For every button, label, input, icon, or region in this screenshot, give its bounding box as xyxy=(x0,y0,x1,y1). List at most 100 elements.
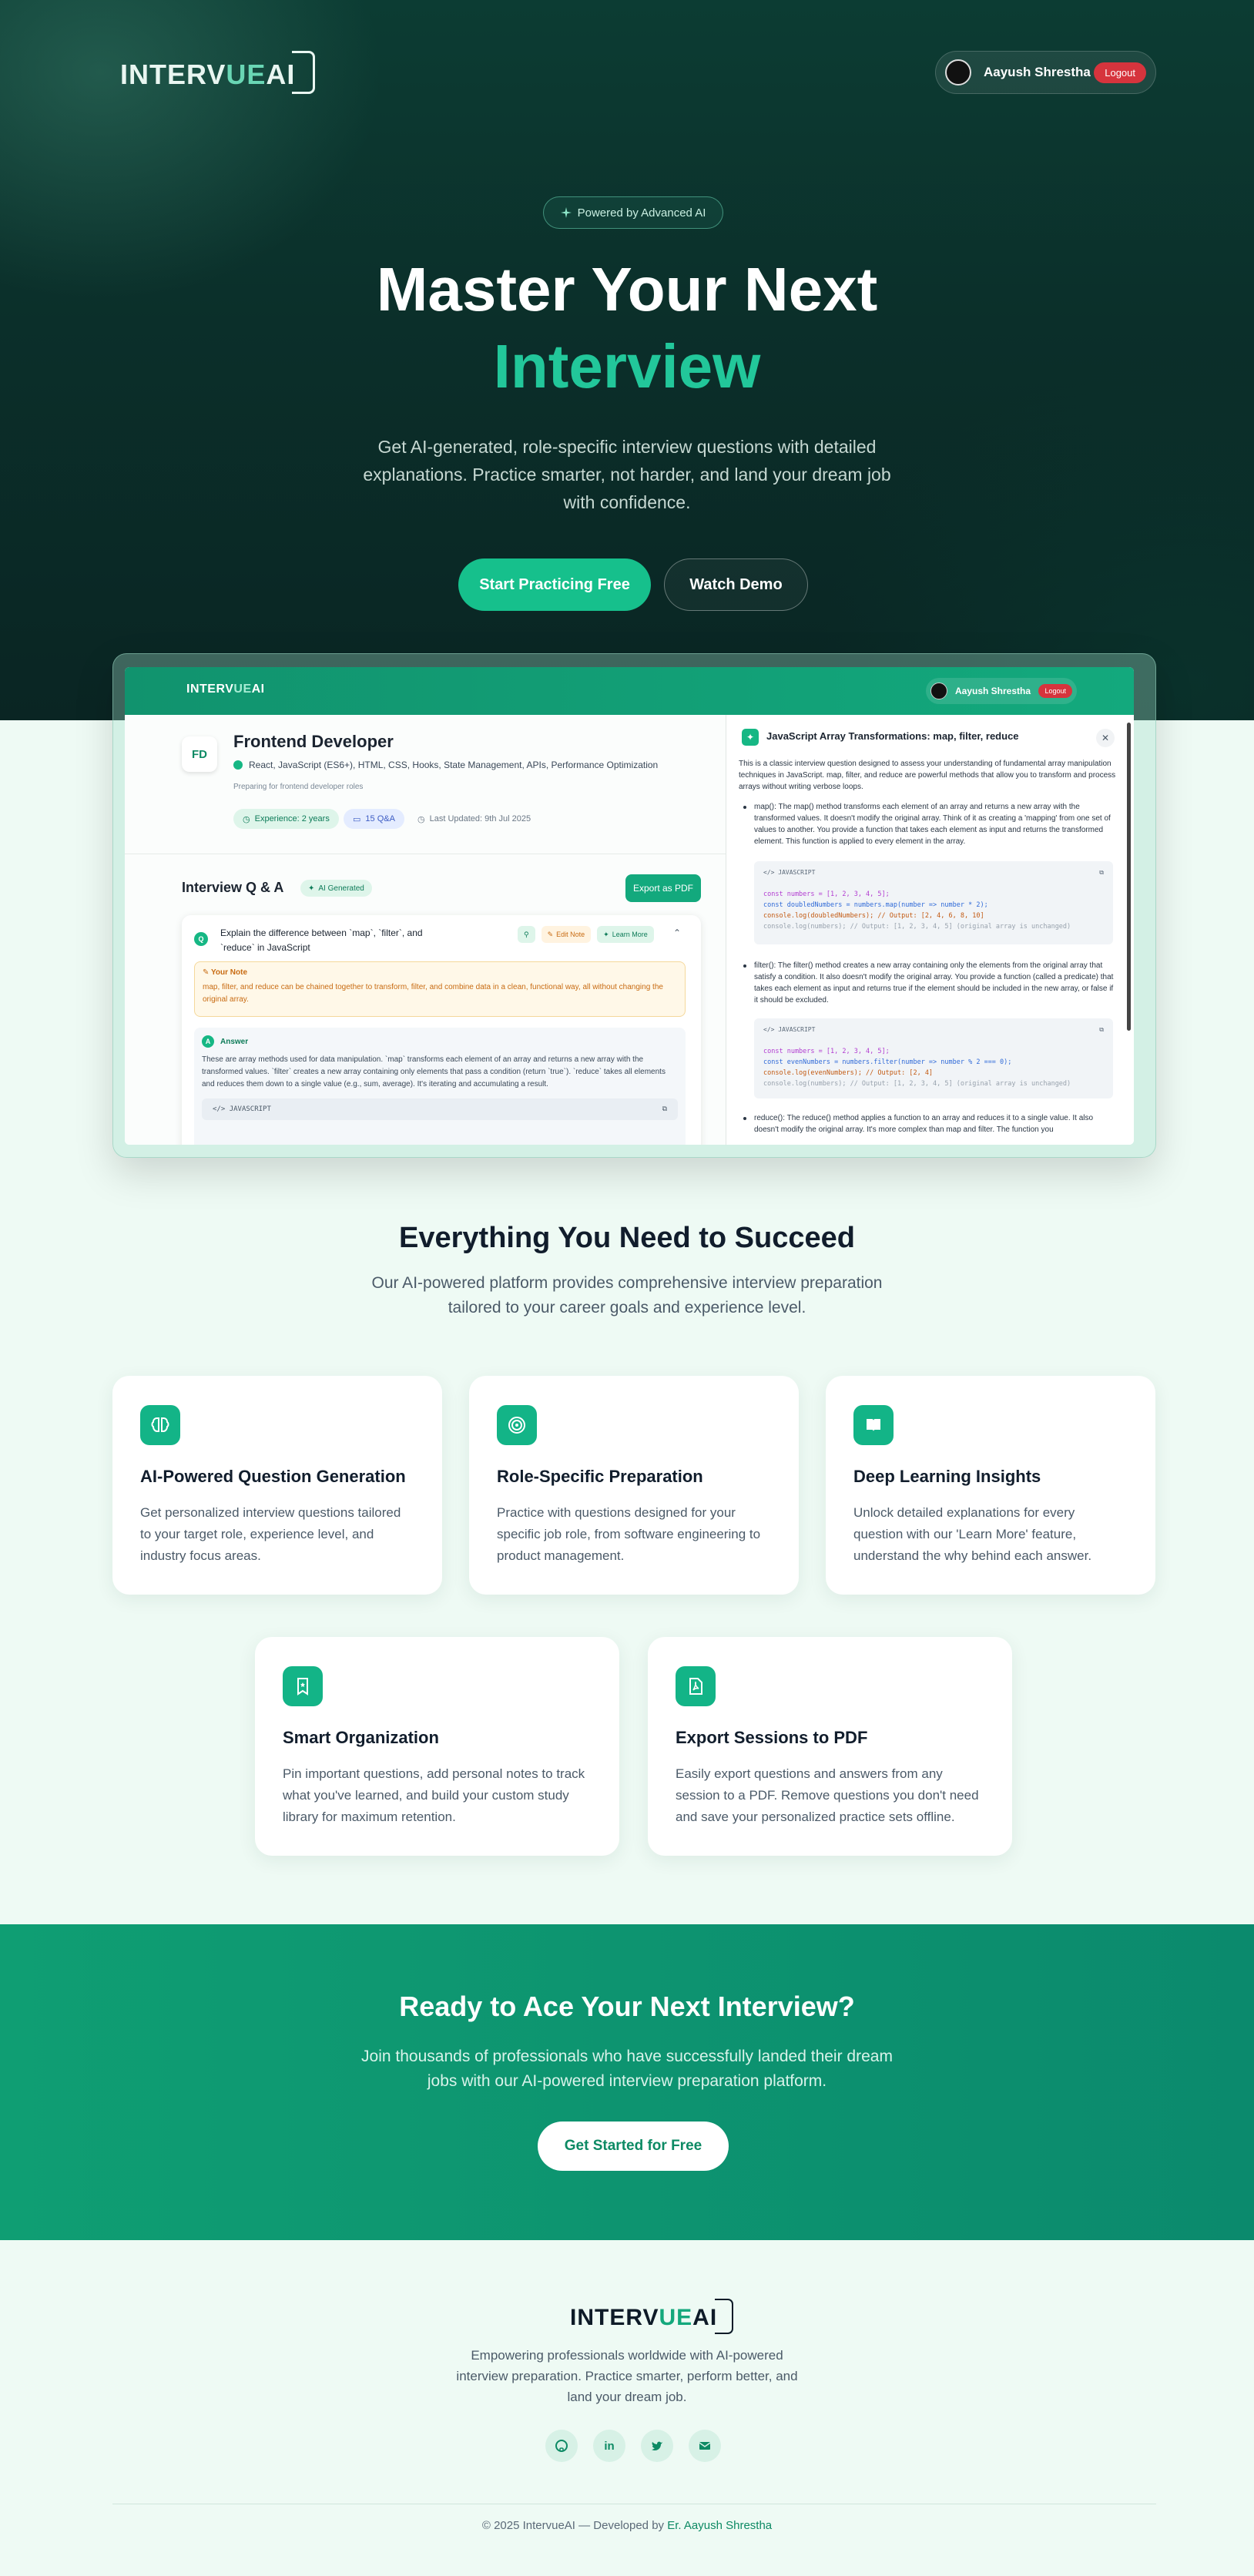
role-initials: FD xyxy=(182,736,217,772)
role-description: Preparing for frontend developer roles xyxy=(233,783,364,791)
experience-chip: ◷ Experience: 2 years xyxy=(233,809,339,829)
code-line: const numbers = [1, 2, 3, 4, 5]; xyxy=(763,1048,890,1055)
clock-icon: ◷ xyxy=(243,814,250,824)
app-preview: INTERVUEAI Aayush Shrestha Logout FD Fro… xyxy=(125,667,1134,1145)
twitter-icon[interactable] xyxy=(641,2430,673,2462)
answer-body: These are array methods used for data ma… xyxy=(202,1055,666,1088)
sparkle-icon: ✦ xyxy=(308,884,315,893)
user-name: Aayush Shrestha xyxy=(984,65,1091,79)
edit-note-button: ✎ Edit Note xyxy=(541,926,592,943)
author-link[interactable]: Er. Aayush Shrestha xyxy=(667,2519,772,2532)
hero-title-line1: Master Your Next xyxy=(376,255,878,324)
answer-code-header: </> JAVASCRIPT ⧉ xyxy=(202,1098,678,1120)
code-icon: </> xyxy=(213,1105,230,1113)
feature-description: Pin important questions, add personal no… xyxy=(283,1766,585,1824)
answer-block: Answer These are array methods used for … xyxy=(194,1028,686,1145)
drawer-scrollbar xyxy=(1127,723,1131,1031)
start-practicing-button[interactable]: Start Practicing Free xyxy=(458,558,651,611)
copy-icon: ⧉ xyxy=(1099,1026,1104,1033)
book-icon xyxy=(853,1405,894,1445)
user-menu: Aayush Shrestha Logout xyxy=(935,51,1156,94)
book-open-icon: ▭ xyxy=(353,814,361,824)
footer-logo[interactable]: INTERVUEAI xyxy=(570,2296,734,2334)
pencil-icon: ✎ xyxy=(547,930,554,938)
get-started-button[interactable]: Get Started for Free xyxy=(538,2122,729,2171)
feature-card: Smart Organization Pin important questio… xyxy=(255,1637,619,1856)
preview-logo: INTERVUEAI xyxy=(186,683,265,696)
code-label: </> JAVASCRIPT xyxy=(213,1105,271,1113)
code-line: console.log(evenNumbers); // Output: [2,… xyxy=(763,1069,934,1077)
copy-icon: ⧉ xyxy=(662,1105,667,1113)
note-title: ✎ Your Note xyxy=(203,968,248,977)
export-pdf-button: Export as PDF xyxy=(625,874,701,902)
code-line: console.log(doubledNumbers); // Output: … xyxy=(763,912,984,920)
close-icon: ✕ xyxy=(1096,729,1115,747)
code-header: </> JAVASCRIPT ⧉ xyxy=(763,1025,1104,1035)
feature-description: Practice with questions designed for you… xyxy=(497,1505,761,1563)
map-explanation: map(): The map() method transforms each … xyxy=(743,801,1116,847)
sparkle-icon: ✦ xyxy=(742,729,759,746)
question-badge: Q xyxy=(194,932,208,946)
pin-icon: ⚲ xyxy=(518,926,535,943)
brain-icon xyxy=(140,1405,180,1445)
sparkle-icon: ✦ xyxy=(603,930,609,938)
avatar[interactable] xyxy=(945,59,971,86)
code-block-filter: </> JAVASCRIPT ⧉ const numbers = [1, 2, 3… xyxy=(754,1018,1113,1098)
speech-bubble-icon xyxy=(292,51,316,94)
footer-tagline: Empowering professionals worldwide with … xyxy=(456,2348,798,2404)
preview-session-panel: FD Frontend Developer React, JavaScript … xyxy=(125,715,726,1145)
linkedin-icon[interactable]: in xyxy=(593,2430,625,2462)
note-icon: ✎ xyxy=(203,968,211,977)
sparkle-icon xyxy=(560,207,572,218)
logout-button[interactable]: Logout xyxy=(1094,62,1146,83)
preview-avatar xyxy=(930,683,947,699)
code-line: console.log(numbers); // Output: [1, 2, … xyxy=(763,923,1071,931)
code-icon: </> xyxy=(763,869,779,876)
chevron-up-icon: ⌃ xyxy=(673,927,682,938)
pdf-file-icon xyxy=(676,1666,716,1706)
question-text: Explain the difference between `map`, `f… xyxy=(220,927,423,953)
feature-title: Export Sessions to PDF xyxy=(676,1728,868,1747)
note-body: map, filter, and reduce can be chained t… xyxy=(203,983,663,1004)
cta-section: Ready to Ace Your Next Interview? Join t… xyxy=(0,1924,1254,2240)
feature-card: Role-Specific Preparation Practice with … xyxy=(469,1376,799,1595)
ai-generated-chip: ✦ AI Generated xyxy=(300,880,372,897)
learn-more-button: ✦ Learn More xyxy=(597,926,654,943)
code-block-map: </> JAVASCRIPT ⧉ const numbers = [1, 2, 3… xyxy=(754,861,1113,944)
code-line: console.log(numbers); // Output: [1, 2, … xyxy=(763,1080,1071,1088)
feature-card: AI-Powered Question Generation Get perso… xyxy=(112,1376,442,1595)
feature-description: Unlock detailed explanations for every q… xyxy=(853,1505,1092,1563)
reduce-explanation: reduce(): The reduce() method applies a … xyxy=(743,1112,1116,1135)
learn-more-drawer: ✦ JavaScript Array Transformations: map,… xyxy=(726,715,1134,1145)
feature-description: Easily export questions and answers from… xyxy=(676,1766,979,1824)
role-title: Frontend Developer xyxy=(233,732,394,751)
answer-label: Answer xyxy=(202,1035,678,1048)
drawer-intro: This is a classic interview question des… xyxy=(739,760,1116,791)
feature-title: Role-Specific Preparation xyxy=(497,1467,703,1486)
site-logo[interactable]: INTERVUEAI xyxy=(120,48,316,94)
qa-count-chip: ▭ 15 Q&A xyxy=(344,809,404,829)
feature-title: Smart Organization xyxy=(283,1728,439,1747)
hero-subtitle: Get AI-generated, role-specific intervie… xyxy=(363,437,891,512)
feature-title: AI-Powered Question Generation xyxy=(140,1467,406,1486)
feature-card: Export Sessions to PDF Easily export que… xyxy=(648,1637,1012,1856)
clock-icon: ◷ xyxy=(417,814,425,824)
mail-icon[interactable] xyxy=(689,2430,721,2462)
code-line: const doubledNumbers = numbers.map(numbe… xyxy=(763,901,988,909)
preview-navbar: INTERVUEAI Aayush Shrestha Logout xyxy=(125,667,1134,715)
feature-card: Deep Learning Insights Unlock detailed e… xyxy=(826,1376,1155,1595)
cta-subtitle: Join thousands of professionals who have… xyxy=(361,2048,893,2090)
features-title: Everything You Need to Succeed xyxy=(399,1222,855,1254)
speech-bubble-icon xyxy=(715,2299,734,2334)
drawer-title: JavaScript Array Transformations: map, f… xyxy=(766,730,1019,742)
bookmark-icon xyxy=(283,1666,323,1706)
github-icon[interactable] xyxy=(545,2430,578,2462)
cta-title: Ready to Ace Your Next Interview? xyxy=(399,1991,855,2022)
watch-demo-button[interactable]: Watch Demo xyxy=(664,558,808,611)
code-line: const evenNumbers = numbers.filter(numbe… xyxy=(763,1058,1012,1066)
target-icon xyxy=(497,1405,537,1445)
last-updated-chip: ◷ Last Updated: 9th Jul 2025 xyxy=(417,814,531,824)
code-header: </> JAVASCRIPT ⧉ xyxy=(763,867,1104,878)
filter-explanation: filter(): The filter() method creates a … xyxy=(743,960,1116,1006)
user-note: ✎ Your Note map, filter, and reduce can … xyxy=(194,961,686,1017)
